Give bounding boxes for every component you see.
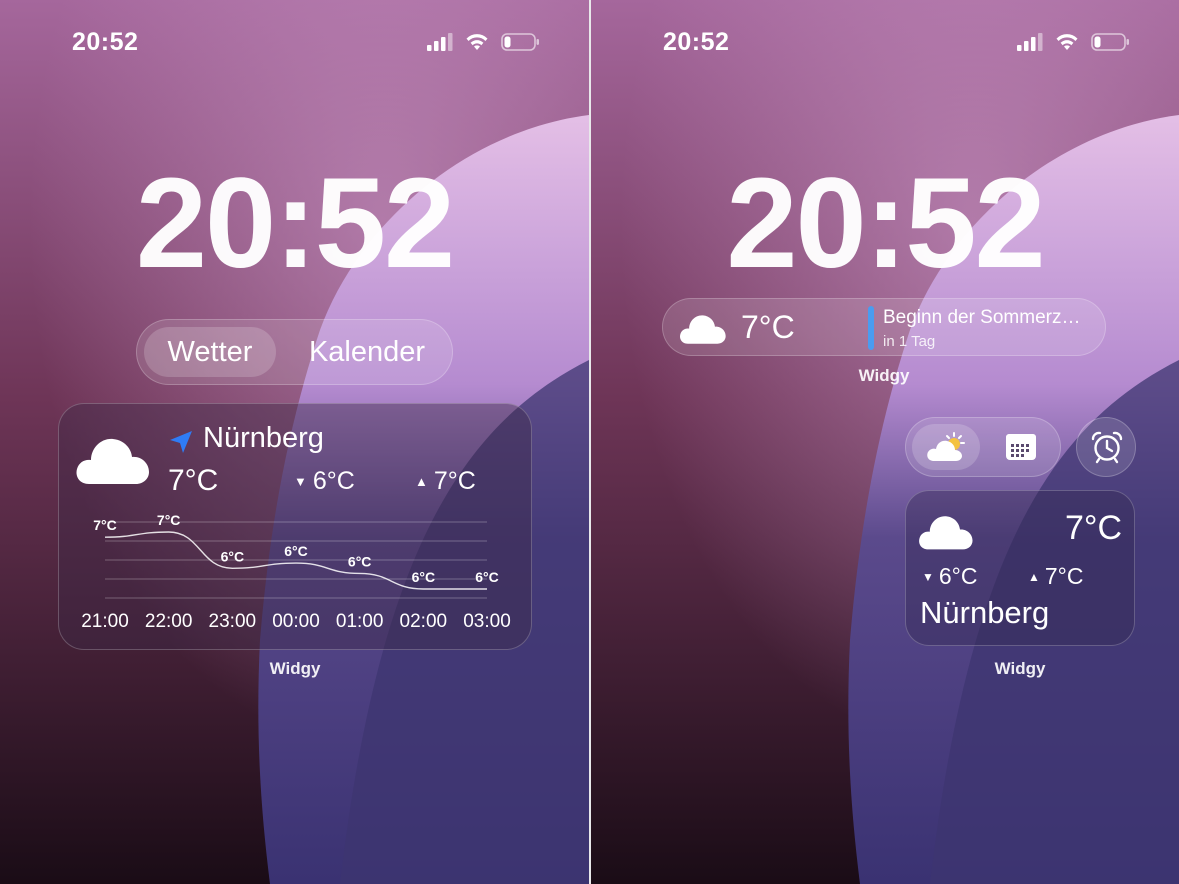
chart-time-label: 22:00 — [144, 611, 193, 632]
segment-kalender[interactable]: Kalender — [287, 327, 447, 377]
cloud-sun-icon — [927, 432, 965, 461]
segment-wetter-label: Wetter — [167, 335, 253, 368]
status-icons — [1017, 32, 1131, 52]
weather-widget-small[interactable]: 7°C ▼ 6°C ▲ 7°C Nürnberg — [905, 490, 1135, 646]
chart-time-label: 03:00 — [463, 611, 511, 632]
lock-clock: 20:52 — [726, 152, 1045, 295]
small-widget-low-value: 6°C — [938, 563, 978, 589]
wifi-icon — [1056, 34, 1078, 50]
event-subtitle: in 1 Tag — [883, 333, 936, 350]
chart-temp-label: 7°C — [157, 512, 181, 528]
small-widget-high: ▲ 7°C — [1028, 563, 1084, 590]
alarm-clock-icon — [1091, 431, 1123, 464]
chart-time-label: 01:00 — [335, 611, 384, 632]
chart-temp-label: 6°C — [221, 548, 245, 564]
inline-temp: 7°C — [741, 309, 795, 345]
event-title: Beginn der Sommerz… — [883, 307, 1081, 328]
cellular-signal-icon — [427, 33, 453, 51]
weather-widget-large[interactable]: Nürnberg 7°C ▼ 6°C ▲ 7°C 7°C 7°C 6°C 6°C 6°C… — [58, 403, 532, 650]
widget-segment-control: Wetter Kalender — [136, 319, 453, 385]
segment-calendar[interactable] — [988, 424, 1056, 470]
small-widget-low: ▼ 6°C — [922, 563, 978, 590]
lock-clock: 20:52 — [135, 152, 455, 295]
chart-time-label: 02:00 — [399, 611, 448, 632]
small-widget-temp: 7°C — [1064, 509, 1122, 547]
battery-icon — [1091, 33, 1129, 51]
status-icons — [427, 32, 541, 52]
inline-widget[interactable]: 7°C Beginn der Sommerz… in 1 Tag — [662, 298, 1106, 356]
cellular-signal-icon — [1017, 33, 1043, 51]
small-widget-high-value: 7°C — [1044, 563, 1084, 589]
chart-temp-label: 6°C — [412, 569, 436, 585]
cloud-icon — [919, 516, 973, 550]
high-arrow-icon: ▲ — [1028, 569, 1040, 584]
status-time: 20:52 — [663, 28, 730, 56]
chart-time-label: 00:00 — [272, 611, 320, 632]
cloud-icon — [680, 315, 726, 344]
chart-temp-label: 6°C — [475, 569, 499, 585]
widget-caption-small: Widgy — [994, 659, 1046, 678]
calendar-icon — [1006, 434, 1036, 460]
wifi-icon — [466, 34, 488, 50]
chart-temp-label: 7°C — [93, 517, 117, 533]
chart-temp-label: 6°C — [348, 553, 372, 569]
chart-temp-label: 6°C — [284, 543, 308, 559]
lockscreen-left: 20:52 20:52 Wetter Kalender Nürnberg 7°C… — [0, 0, 589, 884]
chart-time-label: 23:00 — [208, 611, 257, 632]
widget-caption-inline: Widgy — [858, 366, 910, 385]
widget-icon-segment — [905, 417, 1061, 477]
status-time: 20:52 — [72, 28, 139, 56]
segment-kalender-label: Kalender — [308, 335, 426, 368]
chart-time-label: 21:00 — [81, 611, 129, 632]
widget-caption-left: Widgy — [269, 659, 321, 678]
event-color-bar — [868, 306, 874, 350]
battery-icon — [501, 33, 539, 51]
small-widget-location: Nürnberg — [920, 595, 1050, 630]
segment-weather[interactable] — [912, 424, 980, 470]
low-arrow-icon: ▼ — [922, 569, 934, 584]
alarm-button[interactable] — [1076, 417, 1136, 477]
lockscreen-right: 20:52 20:52 7°C Beginn der Sommerz… in 1… — [591, 0, 1179, 884]
segment-wetter[interactable]: Wetter — [144, 327, 276, 377]
